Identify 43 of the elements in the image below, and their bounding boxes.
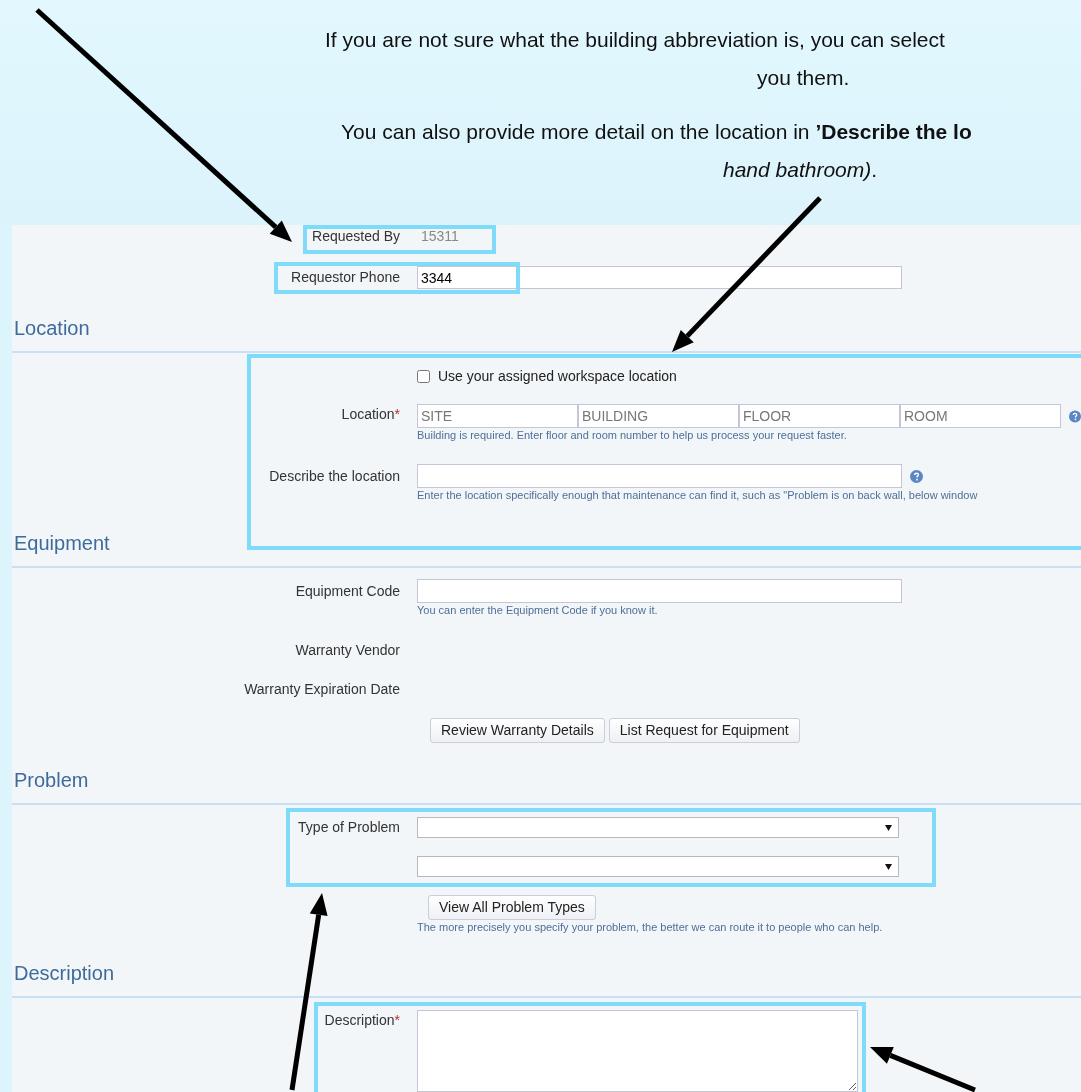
help-icon[interactable] bbox=[1069, 409, 1081, 423]
help-icon[interactable] bbox=[910, 469, 923, 483]
caret-icon bbox=[885, 863, 892, 870]
help-text: Enter the location specifically enough that maintenance can find it, such as "Problem is on back wall, below window bbox=[417, 488, 978, 502]
section-heading: Problem bbox=[14, 769, 89, 791]
field-label: Description bbox=[324, 1012, 395, 1028]
instruction-text: hand bathroom). bbox=[723, 158, 878, 181]
workspace-checkbox[interactable] bbox=[417, 369, 430, 383]
checkbox-label[interactable]: Use your assigned workspace location bbox=[438, 365, 677, 387]
section-heading: Description bbox=[14, 962, 115, 984]
location-field[interactable]: BUILDING bbox=[578, 404, 739, 428]
equipment-code-field[interactable] bbox=[417, 579, 902, 603]
help-text: You can enter the Equipment Code if you know it. bbox=[417, 603, 658, 617]
section-heading: Location bbox=[14, 317, 90, 339]
help-text: Building is required. Enter floor and room number to help us process your request faster. bbox=[417, 428, 847, 442]
form-button[interactable]: List Request for Equipment bbox=[608, 718, 800, 743]
dropdown[interactable] bbox=[417, 817, 899, 838]
field-label: Describe the location bbox=[269, 467, 400, 484]
instruction-text: you them. bbox=[757, 66, 850, 89]
location-field[interactable]: SITE bbox=[417, 404, 578, 428]
field-label: Equipment Code bbox=[295, 582, 400, 599]
field-label: Warranty Vendor bbox=[295, 641, 400, 658]
instruction-text: If you are not sure what the building abbreviation is, you can select bbox=[325, 28, 945, 51]
description-field[interactable] bbox=[417, 1010, 858, 1092]
instruction-text: You can also provide more detail on the location in ’Describe the lo bbox=[341, 120, 972, 143]
field-label: Requested By bbox=[312, 228, 400, 244]
form-button[interactable]: Review Warranty Details bbox=[430, 718, 605, 743]
help-text: The more precisely you specify your problem, the better we can route it to people who can help. bbox=[417, 920, 883, 934]
section-heading: Equipment bbox=[14, 532, 110, 554]
caret-icon bbox=[885, 824, 892, 831]
field-label: Type of Problem bbox=[298, 819, 400, 835]
required-mark: * bbox=[394, 1012, 400, 1028]
required-mark: * bbox=[394, 406, 400, 422]
field-label: Location bbox=[341, 406, 395, 422]
field-label: Requestor Phone bbox=[291, 269, 400, 285]
location-field[interactable]: ROOM bbox=[900, 404, 1061, 428]
view-problem-types-button[interactable]: View All Problem Types bbox=[428, 895, 596, 920]
field-label: Warranty Expiration Date bbox=[244, 680, 400, 697]
dropdown[interactable] bbox=[417, 856, 899, 877]
field-value: 15311 bbox=[421, 227, 459, 246]
location-description-field[interactable] bbox=[417, 464, 902, 488]
phone-field[interactable]: 3344 bbox=[417, 266, 902, 289]
location-field[interactable]: FLOOR bbox=[739, 404, 900, 428]
